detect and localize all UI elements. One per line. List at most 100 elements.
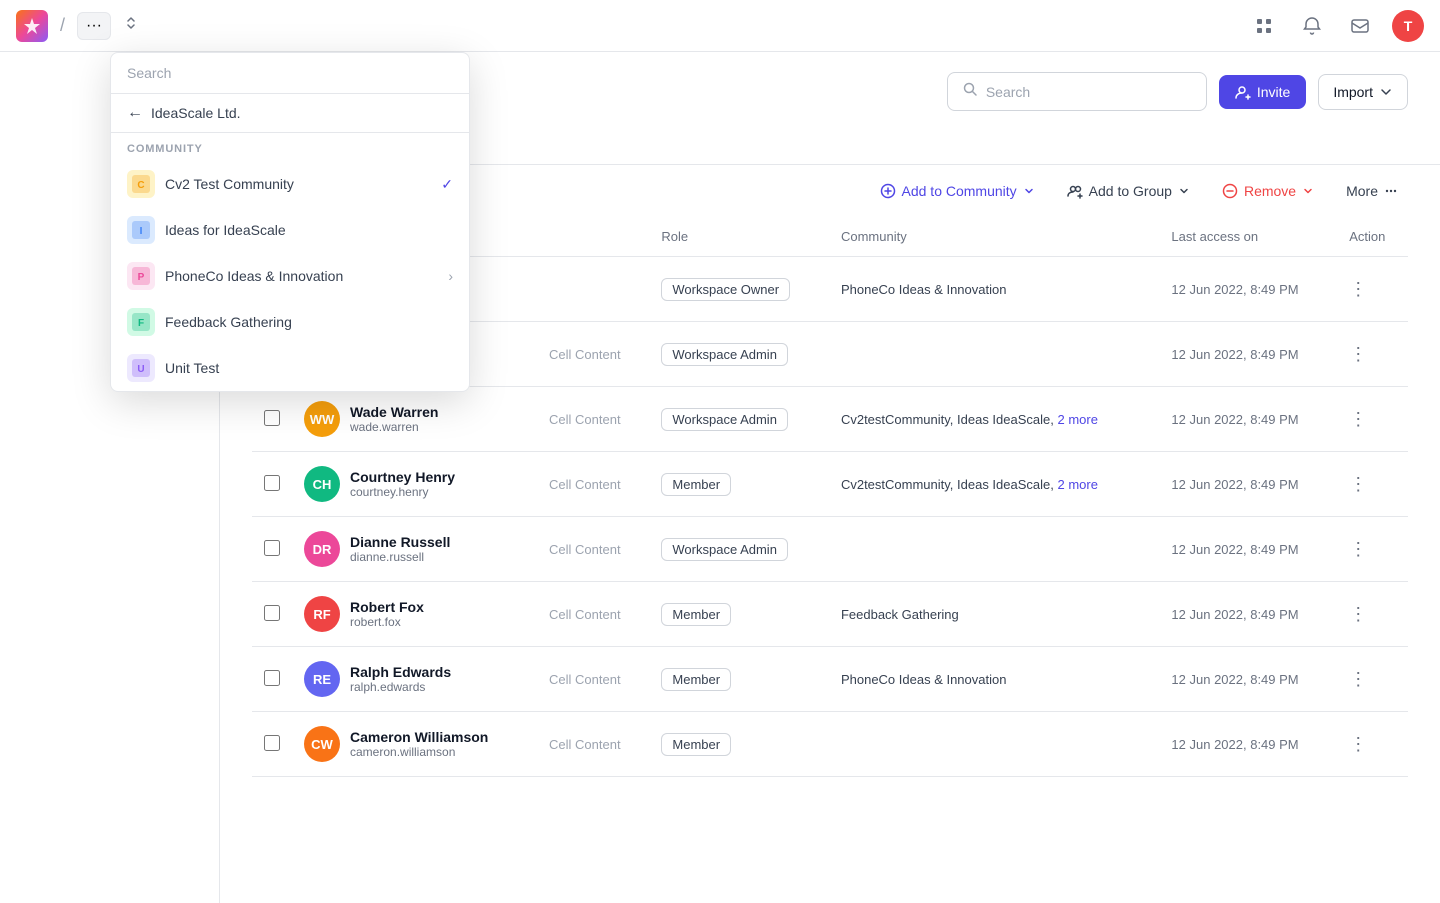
last-access: 12 Jun 2022, 8:49 PM: [1159, 387, 1337, 452]
last-access: 12 Jun 2022, 8:49 PM: [1159, 582, 1337, 647]
member-name: Cameron Williamson: [350, 729, 488, 745]
table-row: DR Dianne Russell dianne.russell Cell Co…: [252, 517, 1408, 582]
community-icon: F: [127, 308, 155, 336]
add-to-group-button[interactable]: Add to Group: [1057, 177, 1200, 205]
row-checkbox[interactable]: [264, 540, 280, 556]
dropdown-community-item[interactable]: C Cv2 Test Community ✓: [111, 161, 469, 207]
member-avatar: RE: [304, 661, 340, 697]
table-row: CW Cameron Williamson cameron.williamson…: [252, 712, 1408, 777]
role-badge: Workspace Admin: [661, 538, 788, 561]
breadcrumb-dots[interactable]: ···: [77, 12, 111, 40]
role-badge: Workspace Owner: [661, 278, 790, 301]
member-username: dianne.russell: [350, 550, 450, 564]
row-action-dots[interactable]: ⋮: [1349, 409, 1396, 430]
community-label: PhoneCo Ideas & Innovation: [165, 268, 343, 284]
member-username: wade.warren: [350, 420, 438, 434]
dropdown-community-item[interactable]: P PhoneCo Ideas & Innovation ›: [111, 253, 469, 299]
dropdown-search[interactable]: Search: [111, 53, 469, 94]
member-info: DR Dianne Russell dianne.russell: [304, 531, 525, 567]
member-avatar: RF: [304, 596, 340, 632]
svg-text:U: U: [137, 364, 144, 375]
row-checkbox[interactable]: [264, 735, 280, 751]
last-access: 12 Jun 2022, 8:49 PM: [1159, 712, 1337, 777]
cell-content: [537, 257, 649, 322]
last-access: 12 Jun 2022, 8:49 PM: [1159, 257, 1337, 322]
add-to-community-button[interactable]: Add to Community: [870, 177, 1045, 205]
member-name: Courtney Henry: [350, 469, 455, 485]
notification-icon[interactable]: [1296, 10, 1328, 42]
last-access: 12 Jun 2022, 8:49 PM: [1159, 647, 1337, 712]
community-cell: [829, 517, 1159, 582]
row-checkbox[interactable]: [264, 605, 280, 621]
dropdown-items-list: C Cv2 Test Community ✓ I Ideas for IdeaS…: [111, 161, 469, 391]
row-checkbox[interactable]: [264, 670, 280, 686]
role-badge: Workspace Admin: [661, 343, 788, 366]
row-action-dots[interactable]: ⋮: [1349, 279, 1396, 300]
row-checkbox[interactable]: [264, 475, 280, 491]
col-action: Action: [1337, 217, 1408, 257]
svg-text:I: I: [140, 226, 143, 237]
arrow-icon: ›: [448, 268, 453, 284]
cell-content: Cell Content: [537, 517, 649, 582]
dropdown-community-item[interactable]: F Feedback Gathering: [111, 299, 469, 345]
community-cell: [829, 712, 1159, 777]
header-actions: Search Invite Import: [947, 72, 1408, 111]
app-logo[interactable]: [16, 10, 48, 42]
user-avatar[interactable]: T: [1392, 10, 1424, 42]
community-cell: PhoneCo Ideas & Innovation: [829, 647, 1159, 712]
more-button[interactable]: More: [1336, 177, 1408, 205]
search-placeholder: Search: [986, 84, 1030, 100]
col-community: Community: [829, 217, 1159, 257]
dropdown-back-button[interactable]: ← IdeaScale Ltd.: [111, 94, 469, 133]
row-action-dots[interactable]: ⋮: [1349, 474, 1396, 495]
role-badge: Member: [661, 733, 731, 756]
svg-text:P: P: [138, 272, 145, 283]
member-name: Robert Fox: [350, 599, 424, 615]
member-avatar: CW: [304, 726, 340, 762]
role-badge: Member: [661, 603, 731, 626]
remove-button[interactable]: Remove: [1212, 177, 1324, 205]
import-button[interactable]: Import: [1318, 74, 1408, 110]
row-checkbox[interactable]: [264, 410, 280, 426]
community-label: Feedback Gathering: [165, 314, 292, 330]
community-label: Cv2 Test Community: [165, 176, 294, 192]
dropdown-section-label: COMMUNITY: [111, 133, 469, 161]
dropdown-community-item[interactable]: I Ideas for IdeaScale: [111, 207, 469, 253]
svg-text:C: C: [137, 180, 144, 191]
community-more-link[interactable]: 2 more: [1057, 412, 1097, 427]
search-box[interactable]: Search: [947, 72, 1207, 111]
col-role: Role: [649, 217, 829, 257]
dropdown-community-item[interactable]: U Unit Test: [111, 345, 469, 391]
member-info: CW Cameron Williamson cameron.williamson: [304, 726, 525, 762]
topbar: / ··· T: [0, 0, 1440, 52]
member-info: CH Courtney Henry courtney.henry: [304, 466, 525, 502]
community-more-link[interactable]: 2 more: [1057, 477, 1097, 492]
cell-content: Cell Content: [537, 322, 649, 387]
member-info: RE Ralph Edwards ralph.edwards: [304, 661, 525, 697]
row-action-dots[interactable]: ⋮: [1349, 734, 1396, 755]
role-badge: Workspace Admin: [661, 408, 788, 431]
svg-text:F: F: [138, 318, 144, 329]
community-label: Unit Test: [165, 360, 219, 376]
community-icon: P: [127, 262, 155, 290]
community-cell: [829, 322, 1159, 387]
search-icon: [962, 81, 978, 102]
table-row: CH Courtney Henry courtney.henry Cell Co…: [252, 452, 1408, 517]
row-action-dots[interactable]: ⋮: [1349, 604, 1396, 625]
invite-button[interactable]: Invite: [1219, 75, 1306, 109]
grid-icon[interactable]: [1248, 10, 1280, 42]
member-username: courtney.henry: [350, 485, 455, 499]
row-action-dots[interactable]: ⋮: [1349, 539, 1396, 560]
community-dropdown: Search ← IdeaScale Ltd. COMMUNITY C Cv2 …: [110, 52, 470, 392]
member-name: Wade Warren: [350, 404, 438, 420]
topbar-right: T: [1248, 10, 1424, 42]
breadcrumb-arrows[interactable]: [119, 11, 143, 40]
breadcrumb-slash: /: [60, 15, 65, 36]
col-cell: [537, 217, 649, 257]
row-action-dots[interactable]: ⋮: [1349, 669, 1396, 690]
role-badge: Member: [661, 473, 731, 496]
cell-content: Cell Content: [537, 387, 649, 452]
last-access: 12 Jun 2022, 8:49 PM: [1159, 322, 1337, 387]
mail-icon[interactable]: [1344, 10, 1376, 42]
row-action-dots[interactable]: ⋮: [1349, 344, 1396, 365]
